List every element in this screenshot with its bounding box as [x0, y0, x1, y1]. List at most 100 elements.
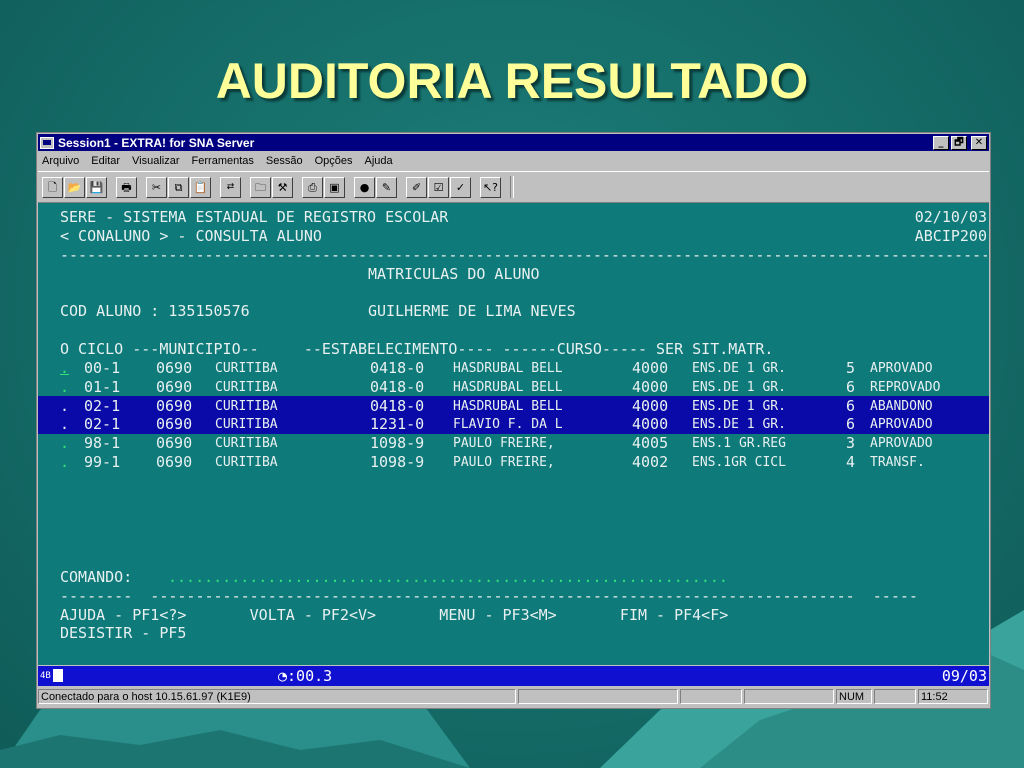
cut-icon[interactable]: ✂: [146, 176, 167, 198]
transfer-icon[interactable]: ⇄: [220, 176, 241, 198]
row-ciclo: 00-1: [84, 359, 121, 377]
response-timer: ◔:00.3: [278, 667, 333, 685]
cursor-position: 09/03: [941, 667, 987, 685]
menu-opcoes[interactable]: Opções: [315, 155, 353, 167]
row-mun-code: 0690: [156, 359, 193, 377]
row-est-name: HASDRUBAL BELL: [453, 399, 563, 414]
row-mun-code: 0690: [156, 453, 193, 471]
row-sit: APROVADO: [870, 361, 933, 376]
row-ciclo: 99-1: [84, 453, 121, 471]
menu-ferramentas[interactable]: Ferramentas: [192, 155, 254, 167]
row-curso-code: 4000: [632, 378, 669, 396]
clear-icon[interactable]: ▣: [324, 176, 345, 198]
save-icon[interactable]: 💾: [86, 176, 107, 198]
status-pane-2: [518, 689, 678, 704]
row-est-name: FLAVIO F. DA L: [453, 417, 563, 432]
menu-ajuda[interactable]: Ajuda: [365, 155, 393, 167]
row-est-code: 1098-9: [370, 453, 425, 471]
record-icon[interactable]: ●: [354, 176, 375, 198]
row-sit: REPROVADO: [870, 380, 941, 395]
row-select[interactable]: .: [60, 434, 69, 453]
menu-editar[interactable]: Editar: [91, 155, 120, 167]
new-icon[interactable]: 🗋: [42, 176, 63, 198]
edit-icon[interactable]: ✐: [406, 176, 427, 198]
check-icon[interactable]: ✓: [450, 176, 471, 198]
folder-icon[interactable]: 🗀: [250, 176, 271, 198]
row-est-name: PAULO FREIRE,: [453, 436, 555, 451]
paste-icon[interactable]: 📋: [190, 176, 211, 198]
oia-block: [52, 669, 63, 682]
print-icon[interactable]: 🖶: [116, 176, 137, 198]
macro-icon[interactable]: ✎: [376, 176, 397, 198]
row-ser: 6: [846, 415, 856, 433]
row-ser: 6: [846, 378, 856, 396]
row-mun-code: 0690: [156, 434, 193, 452]
terminal-screen[interactable]: SERE - SISTEMA ESTADUAL DE REGISTRO ESCO…: [38, 203, 989, 665]
form-icon[interactable]: ☑: [428, 176, 449, 198]
menu-visualizar[interactable]: Visualizar: [132, 155, 180, 167]
row-curso-code: 4000: [632, 359, 669, 377]
row-est-name: HASDRUBAL BELL: [453, 361, 563, 376]
screen-date: 02/10/03: [914, 208, 987, 226]
row-ser: 6: [846, 397, 856, 415]
student-code-row: COD ALUNO : 135150576: [60, 302, 250, 321]
menu-sessao[interactable]: Sessão: [266, 155, 303, 167]
pf-keys-line1: AJUDA - PF1<?> VOLTA - PF2<V> MENU - PF3…: [60, 606, 729, 624]
row-select[interactable]: .: [60, 397, 69, 416]
clock: 11:52: [918, 689, 988, 704]
row-select[interactable]: .: [60, 359, 69, 378]
header-divider: ----------------------------------------…: [60, 246, 987, 264]
row-est-code: 0418-0: [370, 378, 425, 396]
close-button[interactable]: ✕: [971, 135, 987, 150]
row-sit: APROVADO: [870, 436, 933, 451]
screen-subtitle: < CONALUNO > - CONSULTA ALUNO: [60, 227, 322, 245]
num-lock-indicator: NUM: [836, 689, 872, 704]
status-pane-3: [680, 689, 742, 704]
row-curso-name: ENS.1 GR.REG: [692, 436, 786, 451]
app-icon[interactable]: [40, 136, 54, 149]
row-select[interactable]: .: [60, 378, 69, 397]
row-curso-code: 4005: [632, 434, 669, 452]
row-mun-name: CURITIBA: [215, 417, 278, 432]
row-curso-name: ENS.DE 1 GR.: [692, 417, 786, 432]
row-curso-name: ENS.DE 1 GR.: [692, 361, 786, 376]
system-header: SERE - SISTEMA ESTADUAL DE REGISTRO ESCO…: [60, 208, 449, 226]
row-est-name: PAULO FREIRE,: [453, 455, 555, 470]
row-mun-name: CURITIBA: [215, 361, 278, 376]
row-select[interactable]: .: [60, 415, 69, 434]
command-label: COMANDO:: [60, 568, 133, 586]
menu-arquivo[interactable]: Arquivo: [42, 155, 79, 167]
row-sit: ABANDONO: [870, 399, 933, 414]
row-ciclo: 02-1: [84, 415, 121, 433]
row-est-code: 0418-0: [370, 359, 425, 377]
row-curso-name: ENS.DE 1 GR.: [692, 399, 786, 414]
tools-icon[interactable]: ⚒: [272, 176, 293, 198]
row-ciclo: 01-1: [84, 378, 121, 396]
section-title: MATRICULAS DO ALUNO: [368, 265, 540, 283]
help-icon[interactable]: ↖?: [480, 176, 501, 198]
slide-title: AUDITORIA RESULTADO: [215, 53, 809, 109]
title-bar[interactable]: Session1 - EXTRA! for SNA Server _ 🗗 ✕: [38, 134, 989, 151]
row-mun-name: CURITIBA: [215, 399, 278, 414]
row-curso-code: 4000: [632, 415, 669, 433]
status-bar: Conectado para o host 10.15.61.97 (K1E9)…: [38, 688, 989, 706]
print-screen-icon[interactable]: ⎙: [302, 176, 323, 198]
row-mun-code: 0690: [156, 415, 193, 433]
row-est-code: 1098-9: [370, 434, 425, 452]
restore-button[interactable]: 🗗: [951, 135, 967, 150]
row-est-code: 1231-0: [370, 415, 425, 433]
copy-icon[interactable]: ⧉: [168, 176, 189, 198]
cod-value: 135150576: [168, 302, 250, 320]
row-ser: 5: [846, 359, 856, 377]
minimize-button[interactable]: _: [933, 135, 949, 150]
row-sit: TRANSF.: [870, 455, 925, 470]
row-mun-name: CURITIBA: [215, 455, 278, 470]
row-ser: 4: [846, 453, 856, 471]
command-input[interactable]: ........................................…: [168, 568, 728, 587]
operator-info-area: 4B ◔:00.3 09/03: [38, 666, 989, 686]
row-select[interactable]: .: [60, 453, 69, 472]
command-divider: -------- -------------------------------…: [60, 587, 918, 605]
open-icon[interactable]: 📂: [64, 176, 85, 198]
row-curso-code: 4000: [632, 397, 669, 415]
status-pane-4: [744, 689, 834, 704]
